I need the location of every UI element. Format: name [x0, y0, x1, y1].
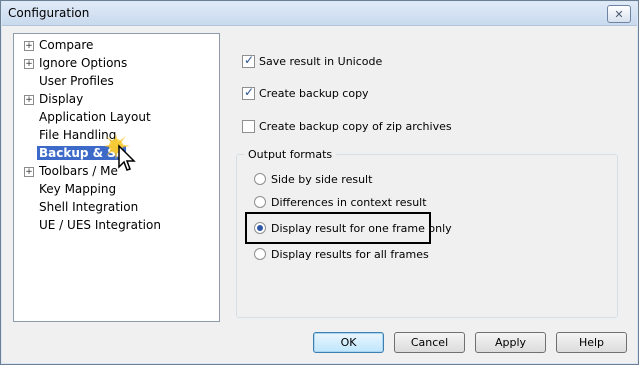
radio-button[interactable] [254, 248, 266, 260]
options-panel: ✓ Save result in Unicode ✓ Create backup… [230, 40, 624, 321]
help-button[interactable]: Help [556, 332, 627, 353]
expand-icon[interactable]: + [24, 167, 34, 177]
tree-item-label: Ignore Options [39, 56, 128, 70]
check-icon: ✓ [244, 84, 255, 99]
check-icon: ✓ [244, 52, 255, 67]
tree-item-label: Application Layout [39, 110, 151, 124]
radio-differences-context[interactable]: Differences in context result [254, 194, 427, 210]
tree-item-application-layout[interactable]: Application Layout [14, 109, 194, 126]
output-formats-title: Output formats [244, 148, 337, 161]
checkbox-label: Create backup copy [259, 86, 369, 100]
radio-label: Side by side result [271, 172, 373, 186]
checkbox-label: Save result in Unicode [259, 54, 383, 68]
highlight-annotation [245, 212, 431, 244]
backup-zip-archives-checkbox[interactable]: Create backup copy of zip archives [242, 118, 452, 134]
mouse-cursor-icon [104, 134, 136, 171]
checkbox-label: Create backup copy of zip archives [259, 119, 452, 133]
apply-button[interactable]: Apply [475, 332, 546, 353]
tree-item-label: Shell Integration [39, 200, 139, 214]
tree-item-label: Compare [39, 38, 94, 52]
expand-icon[interactable]: + [24, 95, 34, 105]
tree-item-display[interactable]: + Display [14, 91, 194, 108]
tree-item-label: UE / UES Integration [39, 218, 161, 232]
close-icon: ✕ [614, 7, 624, 21]
tree-item-label: Key Mapping [39, 182, 117, 196]
radio-side-by-side[interactable]: Side by side result [254, 171, 372, 187]
arrow-pointer-icon [118, 144, 136, 171]
window-title: Configuration [8, 6, 90, 20]
create-backup-copy-checkbox[interactable]: ✓ Create backup copy [242, 85, 369, 101]
save-unicode-checkbox[interactable]: ✓ Save result in Unicode [242, 53, 382, 69]
title-bar: Configuration ✕ [2, 2, 637, 26]
radio-label: Display results for all frames [271, 247, 429, 261]
tree-item-compare[interactable]: + Compare [14, 37, 194, 54]
tree-item-shell-integration[interactable]: Shell Integration [14, 199, 194, 216]
radio-label: Differences in context result [271, 195, 427, 209]
ok-button[interactable]: OK [313, 332, 384, 353]
tree-item-ignore-options[interactable]: + Ignore Options [14, 55, 194, 72]
expand-icon[interactable]: + [24, 41, 34, 51]
checkbox-box[interactable]: ✓ [242, 52, 255, 68]
checkbox-box[interactable]: ✓ [242, 84, 255, 100]
close-button[interactable]: ✕ [607, 5, 631, 23]
radio-button[interactable] [254, 173, 266, 185]
tree-item-key-mapping[interactable]: Key Mapping [14, 181, 194, 198]
tree-item-label: User Profiles [39, 74, 114, 88]
tree-item-label: Display [39, 92, 84, 106]
settings-tree[interactable]: + Compare + Ignore Options User Profiles… [13, 33, 220, 322]
radio-all-frames[interactable]: Display results for all frames [254, 246, 429, 262]
cancel-button[interactable]: Cancel [394, 332, 465, 353]
radio-button[interactable] [254, 196, 266, 208]
expand-icon[interactable]: + [24, 59, 34, 69]
checkbox-box[interactable] [242, 119, 255, 133]
tree-item-ue-ues-integration[interactable]: UE / UES Integration [14, 217, 194, 234]
tree-item-user-profiles[interactable]: User Profiles [14, 73, 194, 90]
